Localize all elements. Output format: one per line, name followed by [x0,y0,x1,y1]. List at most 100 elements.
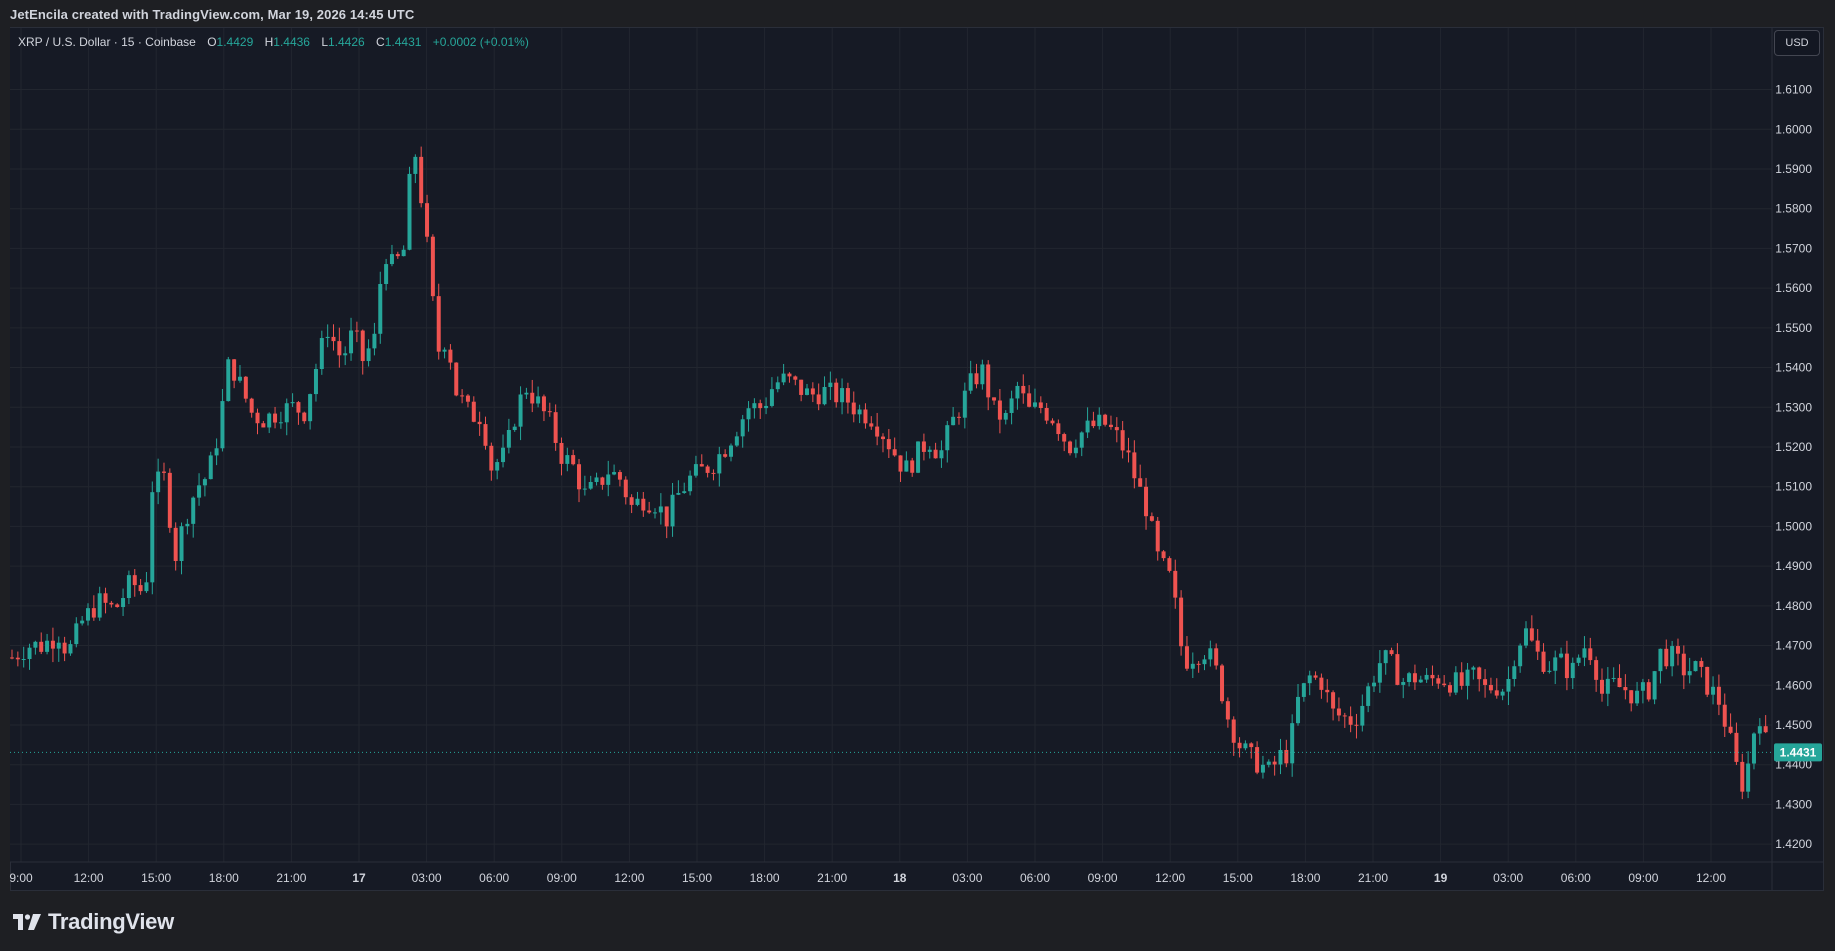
x-tick-label: 09:00 [547,871,577,885]
candle-body [1120,430,1125,451]
candle-body [974,373,979,385]
x-tick-label: 15:00 [141,871,171,885]
candle-body [1664,648,1669,667]
candle-body [302,412,307,422]
candle-body [752,403,757,409]
candle-body [670,494,675,527]
candle-body [232,359,237,381]
candle-body [1459,672,1464,686]
candle-body [1214,648,1219,666]
candle-body [419,156,424,204]
tradingview-logo[interactable]: TradingView [12,908,174,936]
close-value: 1.4431 [384,35,422,49]
candle-body [530,392,535,404]
y-tick-label: 1.4600 [1775,678,1812,692]
y-tick-label: 1.5600 [1775,281,1812,295]
candle-body [448,349,453,363]
candle-body [699,464,704,467]
candle-body [635,498,640,505]
y-tick-label: 1.4300 [1775,797,1812,811]
candle-body [910,460,915,473]
candle-body [284,403,289,423]
candle-body [1325,689,1330,693]
candle-body [892,449,897,456]
candle-body [1331,692,1336,709]
candle-body [1050,420,1055,424]
candle-body [1342,715,1347,717]
symbol-legend: XRP / U.S. Dollar · 15 · Coinbase O1.442… [18,35,529,49]
currency-button[interactable]: USD [1774,30,1820,56]
x-tick-label: 21:00 [817,871,847,885]
candle-body [927,449,932,452]
candle-body [1640,682,1645,691]
candle-body [220,401,225,449]
candle-body [559,442,564,464]
candle-body [769,389,774,406]
candle-body [541,396,546,412]
candle-body [80,620,85,624]
candle-body [74,623,79,645]
candle-body [115,604,120,608]
candle-body [471,401,476,422]
candle-body [1430,674,1435,679]
x-tick-label: 06:00 [1020,871,1050,885]
candle-body [413,156,418,174]
candle-body [1494,690,1499,696]
candle-body [1424,674,1429,680]
candle-body [325,336,330,339]
y-tick-label: 1.4700 [1775,639,1812,653]
candle-body [97,593,102,618]
candle-body [863,409,868,424]
candle-body [1436,678,1441,684]
candle-body [1032,402,1037,407]
candle-body [1722,704,1727,727]
candle-body [343,353,348,356]
candle-body [1126,450,1131,453]
candle-body [278,422,283,424]
candle-body [647,510,652,513]
candle-body [1073,447,1078,454]
grid [10,28,1772,862]
candle-body [1652,671,1657,700]
candle-body [501,447,506,463]
candle-body [933,449,938,459]
candle-body [1336,708,1341,716]
candle-body [1746,763,1751,792]
candle-body [1407,673,1412,683]
candle-body [395,254,400,257]
candle-body [1488,684,1493,691]
candle-body [1056,423,1061,435]
candle-body [746,408,751,420]
candle-body [1518,645,1523,667]
candle-body [1249,743,1254,748]
candle-body [723,454,728,457]
candle-body [1471,667,1476,670]
candle-body [436,296,441,352]
candle-body [1681,653,1686,676]
y-tick-label: 1.5000 [1775,519,1812,533]
open-label: O [207,35,217,49]
candle-body [126,575,131,599]
candle-body [1354,724,1359,726]
candle-body [1348,716,1353,725]
candle-body [600,477,605,485]
candle-body [1085,420,1090,433]
symbol-title[interactable]: XRP / U.S. Dollar · 15 · Coinbase [18,35,196,49]
candle-body [1442,683,1447,686]
candle-body [799,379,804,395]
candle-body [150,492,155,583]
candle-body [1225,701,1230,720]
candlestick-chart[interactable]: 1.42001.43001.44001.45001.46001.47001.48… [0,0,1835,951]
candle-body [828,382,833,387]
candle-body [1044,408,1049,421]
y-tick-label: 1.5700 [1775,241,1812,255]
candle-body [512,426,517,431]
candle-body [50,640,55,649]
candle-body [1155,520,1160,552]
candle-body [243,376,248,399]
candle-body [1068,441,1073,454]
candle-body [553,412,558,443]
candle-body [91,608,96,618]
candle-body [1260,764,1265,773]
y-tick-label: 1.4500 [1775,718,1812,732]
